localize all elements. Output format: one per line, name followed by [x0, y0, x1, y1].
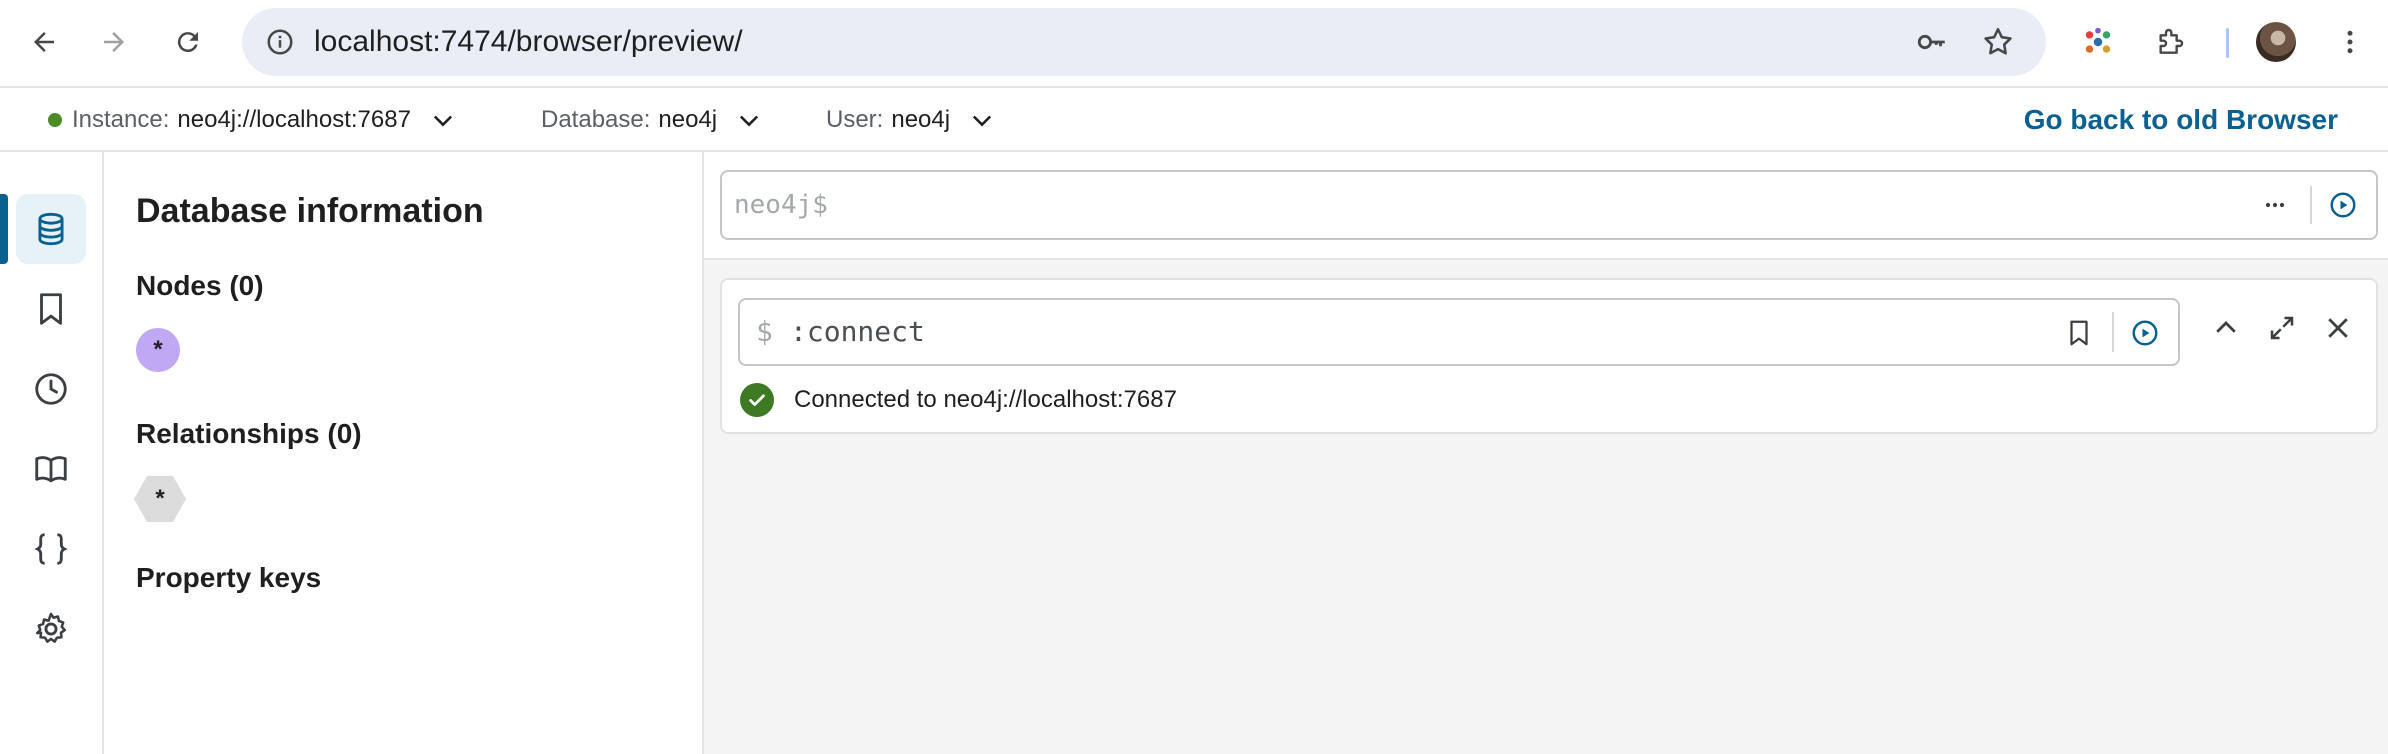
editor-prompt: neo4j$ — [734, 190, 828, 220]
chevron-down-icon — [973, 115, 992, 127]
curly-braces-icon — [34, 533, 68, 565]
nav-parameters[interactable] — [16, 514, 86, 584]
expand-icon — [2270, 316, 2294, 340]
database-selector[interactable]: Database: neo4j — [541, 88, 763, 152]
cypher-editor[interactable]: neo4j$ — [720, 170, 2378, 240]
all-relationships-chip[interactable]: * — [134, 476, 186, 522]
all-nodes-chip[interactable]: * — [136, 328, 180, 372]
collapse-frame-button[interactable] — [2206, 308, 2246, 348]
instance-value: neo4j://localhost:7687 — [177, 106, 411, 133]
frame-prompt-symbol: $ — [756, 315, 773, 348]
editor-strip: neo4j$ — [704, 152, 2388, 260]
connection-result: Connected to neo4j://localhost:7687 — [740, 380, 1177, 420]
url-text[interactable]: localhost:7474/browser/preview/ — [314, 8, 743, 76]
extensions-button[interactable] — [2146, 18, 2194, 66]
book-icon — [35, 456, 67, 483]
nav-settings[interactable] — [16, 594, 86, 664]
frame-command-text[interactable]: :connect — [790, 300, 925, 364]
reload-button[interactable] — [164, 18, 212, 66]
forward-button[interactable] — [90, 18, 138, 66]
active-indicator — [0, 194, 8, 264]
browser-menu-button[interactable] — [2326, 18, 2374, 66]
database-value: neo4j — [658, 106, 718, 133]
user-value: neo4j — [891, 106, 951, 133]
kebab-menu-icon — [2347, 30, 2353, 54]
nav-database-information[interactable] — [16, 194, 86, 264]
panel-title: Database information — [136, 192, 484, 230]
instance-label: Instance: — [72, 106, 170, 133]
frame-editor-separator — [2112, 312, 2114, 352]
extension-app-icon — [2085, 27, 2111, 53]
frame-command-editor[interactable]: $ :connect — [738, 298, 2180, 366]
arrow-right-icon — [104, 32, 124, 52]
reload-icon — [177, 32, 198, 53]
bookmark-icon — [2070, 320, 2088, 346]
fullscreen-frame-button[interactable] — [2262, 308, 2302, 348]
user-label: User: — [826, 106, 884, 133]
rerun-frame-button[interactable] — [2128, 316, 2162, 350]
connection-status-dot — [48, 113, 62, 127]
nav-guides[interactable] — [16, 434, 86, 504]
arrow-left-icon — [34, 32, 54, 52]
relationships-heading: Relationships (0) — [136, 418, 362, 449]
play-circle-icon — [2330, 192, 2356, 218]
bookmark-star-button[interactable] — [1974, 18, 2022, 66]
extension-colorful-button[interactable] — [2074, 18, 2122, 66]
play-circle-icon — [2132, 320, 2158, 346]
toolbar-separator — [2226, 28, 2229, 58]
gear-icon — [35, 612, 67, 643]
bookmark-icon — [40, 293, 62, 325]
chevron-down-icon — [740, 115, 759, 127]
result-message: Connected to neo4j://localhost:7687 — [794, 386, 1177, 413]
database-information-panel: Database information Nodes (0) * Relatio… — [104, 152, 704, 754]
property-keys-heading: Property keys — [136, 562, 322, 593]
close-frame-button[interactable] — [2318, 308, 2358, 348]
instance-selector[interactable]: Instance: neo4j://localhost:7687 — [48, 88, 457, 152]
site-info-button[interactable] — [256, 18, 304, 66]
password-key-button[interactable] — [1908, 18, 1956, 66]
run-query-button[interactable] — [2326, 188, 2360, 222]
main-workspace: neo4j$ $ :connect Connected to neo4j://l… — [704, 152, 2388, 754]
puzzle-icon — [2159, 28, 2184, 54]
chevron-down-icon — [433, 115, 452, 127]
history-clock-icon — [35, 373, 67, 405]
database-icon — [38, 212, 64, 246]
result-frame: $ :connect Connected to neo4j://localhos… — [720, 278, 2378, 434]
nav-history[interactable] — [16, 354, 86, 424]
star-icon — [1984, 27, 2012, 55]
database-label: Database: — [541, 106, 651, 133]
nodes-heading: Nodes (0) — [136, 270, 264, 301]
info-icon — [267, 29, 293, 55]
connection-bar: Instance: neo4j://localhost:7687 Databas… — [0, 88, 2388, 152]
profile-avatar[interactable] — [2256, 22, 2296, 62]
chevron-up-icon — [2216, 321, 2236, 333]
key-icon — [1917, 34, 1945, 50]
address-bar[interactable]: localhost:7474/browser/preview/ — [242, 8, 2046, 76]
close-icon — [2328, 318, 2348, 338]
user-selector[interactable]: User: neo4j — [826, 88, 996, 152]
left-sidebar-nav — [0, 152, 104, 754]
editor-more-button[interactable] — [2258, 188, 2292, 222]
go-back-old-browser-link[interactable]: Go back to old Browser — [2024, 88, 2338, 152]
save-as-favorite-button[interactable] — [2062, 316, 2096, 350]
more-horizontal-icon — [2265, 202, 2285, 208]
success-check-icon — [740, 383, 774, 417]
back-button[interactable] — [20, 18, 68, 66]
nav-saved-cypher[interactable] — [16, 274, 86, 344]
browser-toolbar: localhost:7474/browser/preview/ — [0, 0, 2388, 88]
editor-separator — [2310, 186, 2312, 224]
